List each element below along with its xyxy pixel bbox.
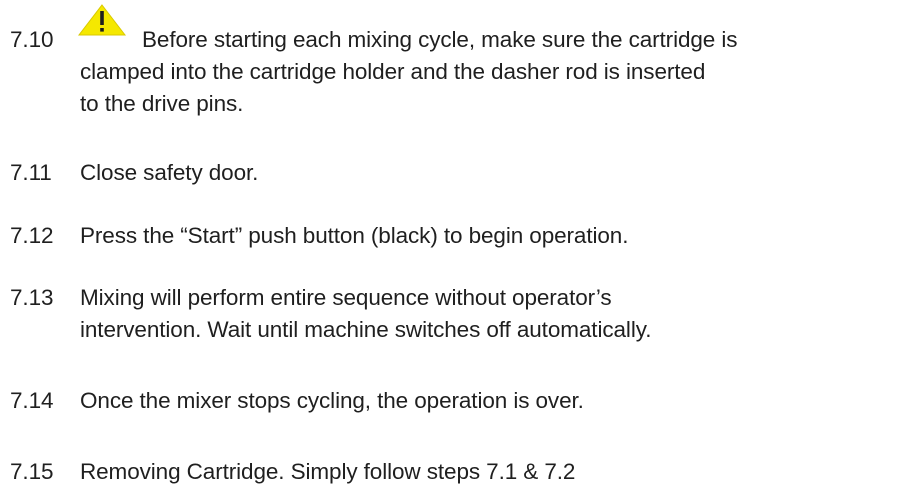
step-number: 7.15 xyxy=(10,459,54,484)
step-number: 7.11 xyxy=(10,160,52,185)
step-line: Once the mixer stops cycling, the operat… xyxy=(80,388,584,413)
step-number: 7.10 xyxy=(10,27,54,52)
step-number: 7.12 xyxy=(10,223,54,248)
step-number: 7.14 xyxy=(10,388,54,413)
step-line: Removing Cartridge. Simply follow steps … xyxy=(80,459,576,484)
step-line: intervention. Wait until machine switche… xyxy=(80,317,652,342)
step-text: Close safety door. xyxy=(80,157,890,189)
step-line: clamped into the cartridge holder and th… xyxy=(80,59,706,84)
step-text: Once the mixer stops cycling, the operat… xyxy=(80,385,890,417)
step-text: Before starting each mixing cycle, make … xyxy=(80,24,890,120)
step-text: Press the “Start” push button (black) to… xyxy=(80,220,890,252)
step-line: Close safety door. xyxy=(80,160,259,185)
instruction-steps: 7.10 Before starting each mixing cycle, … xyxy=(0,0,898,496)
step-line: to the drive pins. xyxy=(80,91,244,116)
step-number: 7.13 xyxy=(10,285,54,310)
step-text: Removing Cartridge. Simply follow steps … xyxy=(80,456,890,488)
step-line: Press the “Start” push button (black) to… xyxy=(80,223,629,248)
step-line: Before starting each mixing cycle, make … xyxy=(142,27,738,52)
step-line: Mixing will perform entire sequence with… xyxy=(80,285,612,310)
step-text: Mixing will perform entire sequence with… xyxy=(80,282,890,346)
